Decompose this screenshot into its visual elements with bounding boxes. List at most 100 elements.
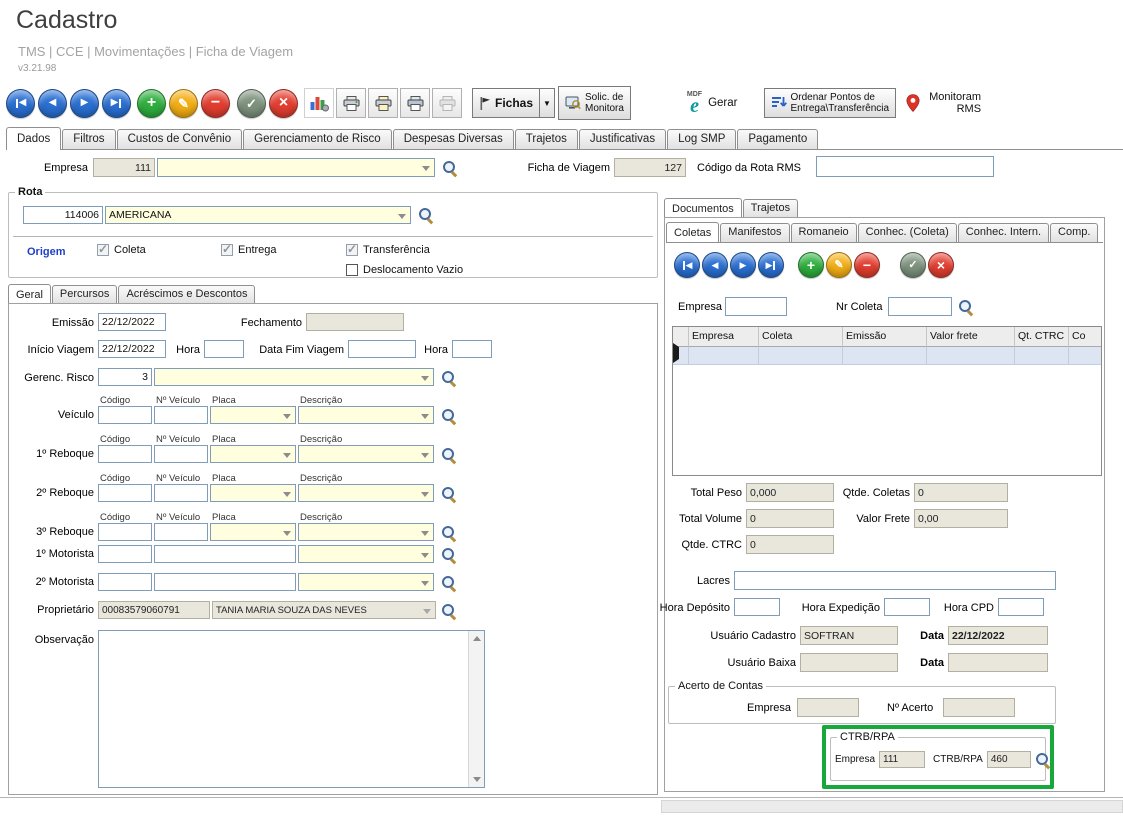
monitoramento-rms-button[interactable]: MonitoramRMS <box>906 91 981 115</box>
veiculo-codigo-field[interactable] <box>98 406 152 424</box>
coletas-next-button[interactable]: ▶ <box>730 252 756 278</box>
entrega-checkbox[interactable] <box>221 244 233 256</box>
tab-custos-convenio[interactable]: Custos de Convênio <box>117 129 243 149</box>
fichas-button[interactable]: Fichas <box>472 88 540 118</box>
empresa-search-icon[interactable] <box>442 160 458 176</box>
hora-inicio-field[interactable] <box>204 340 244 358</box>
coletas-confirm-button[interactable]: ✓ <box>900 252 926 278</box>
nr-coleta-field[interactable] <box>888 297 952 316</box>
motorista1-combo[interactable] <box>298 545 434 563</box>
coletas-empresa-field[interactable] <box>725 297 787 316</box>
print-document-button[interactable] <box>368 88 398 118</box>
reboque2-codigo-field[interactable] <box>98 484 152 502</box>
delete-button[interactable]: − <box>201 89 230 118</box>
reboque3-numero-field[interactable] <box>154 523 208 541</box>
reboque3-descricao-combo[interactable] <box>298 523 434 541</box>
coletas-previous-button[interactable]: ◀ <box>702 252 728 278</box>
hora-expedicao-field[interactable] <box>884 598 930 616</box>
ficha-viagem-field[interactable]: 127 <box>614 158 686 177</box>
tab-gerenciamento-risco[interactable]: Gerenciamento de Risco <box>243 129 392 149</box>
data-fim-field[interactable] <box>348 340 416 358</box>
tab-filtros[interactable]: Filtros <box>62 129 115 149</box>
scroll-down-button[interactable] <box>469 772 484 787</box>
rota-codigo-field[interactable]: 114006 <box>23 206 103 224</box>
reboque3-codigo-field[interactable] <box>98 523 152 541</box>
tab-pagamento[interactable]: Pagamento <box>737 129 818 149</box>
empresa-field[interactable]: 111 <box>93 158 155 177</box>
deslocamento-vazio-option[interactable]: Deslocamento Vazio <box>346 264 463 276</box>
next-record-button[interactable]: ▶ <box>70 89 99 118</box>
lacres-field[interactable] <box>734 571 1056 590</box>
codigo-rota-rms-field[interactable] <box>816 156 994 177</box>
gerar-mdfe-button[interactable]: MDF e Gerar <box>687 91 738 116</box>
reboque3-search-icon[interactable] <box>441 525 457 541</box>
horizontal-scrollbar[interactable] <box>661 800 1123 813</box>
motorista1-codigo-field[interactable] <box>98 545 152 563</box>
reboque1-search-icon[interactable] <box>441 447 457 463</box>
coletas-cancel-button[interactable]: × <box>928 252 954 278</box>
add-button[interactable]: + <box>137 89 166 118</box>
veiculo-placa-combo[interactable] <box>210 406 296 424</box>
coletas-add-button[interactable]: + <box>798 252 824 278</box>
first-record-button[interactable]: ◀ <box>6 89 35 118</box>
previous-record-button[interactable]: ◀ <box>38 89 67 118</box>
chart-button[interactable] <box>304 88 334 118</box>
transferencia-option[interactable]: Transferência <box>346 244 430 256</box>
proprietario-nome-combo[interactable]: TANIA MARIA SOUZA DAS NEVES <box>212 601 436 619</box>
inicio-viagem-field[interactable]: 22/12/2022 <box>98 340 166 358</box>
tab-acrescimos-descontos[interactable]: Acréscimos e Descontos <box>118 285 255 304</box>
motorista1-nome-field[interactable] <box>154 545 296 563</box>
reboque1-codigo-field[interactable] <box>98 445 152 463</box>
print-button[interactable] <box>336 88 366 118</box>
tab-coletas[interactable]: Coletas <box>666 222 719 243</box>
coletas-first-button[interactable]: ◀ <box>674 252 700 278</box>
hora-cpd-field[interactable] <box>998 598 1044 616</box>
tab-justificativas[interactable]: Justificativas <box>579 129 666 149</box>
coletas-delete-button[interactable]: − <box>854 252 880 278</box>
tab-dados[interactable]: Dados <box>6 127 61 150</box>
tab-trajetos-right[interactable]: Trajetos <box>743 199 798 218</box>
tab-despesas-diversas[interactable]: Despesas Diversas <box>393 129 514 149</box>
hora-deposito-field[interactable] <box>734 598 780 616</box>
tab-percursos[interactable]: Percursos <box>52 285 118 304</box>
tab-comp[interactable]: Comp. <box>1050 223 1098 242</box>
reboque2-placa-combo[interactable] <box>210 484 296 502</box>
tab-manifestos[interactable]: Manifestos <box>720 223 789 242</box>
fichas-dropdown-button[interactable]: ▼ <box>539 88 555 118</box>
last-record-button[interactable]: ▶ <box>102 89 131 118</box>
tab-conhec-intern[interactable]: Conhec. Intern. <box>958 223 1049 242</box>
reboque2-descricao-combo[interactable] <box>298 484 434 502</box>
scroll-up-button[interactable] <box>469 631 484 646</box>
tab-geral[interactable]: Geral <box>8 284 51 305</box>
proprietario-search-icon[interactable] <box>441 603 457 619</box>
reboque2-search-icon[interactable] <box>441 486 457 502</box>
veiculo-descricao-combo[interactable] <box>298 406 434 424</box>
tab-romaneio[interactable]: Romaneio <box>791 223 857 242</box>
hora-fim-field[interactable] <box>452 340 492 358</box>
reboque2-numero-field[interactable] <box>154 484 208 502</box>
print-report-button[interactable] <box>400 88 430 118</box>
coleta-option[interactable]: Coleta <box>97 244 146 256</box>
solicitacao-monitoramento-button[interactable]: Solic. deMonitora <box>558 86 631 120</box>
proprietario-codigo-field[interactable]: 00083579060791 <box>98 601 210 619</box>
vertical-scrollbar[interactable] <box>468 631 484 787</box>
ordenar-pontos-button[interactable]: Ordenar Pontos deEntrega\Transferência <box>764 88 897 118</box>
gerenc-risco-field[interactable]: 3 <box>98 368 152 386</box>
veiculo-search-icon[interactable] <box>441 408 457 424</box>
coleta-checkbox[interactable] <box>97 244 109 256</box>
motorista2-codigo-field[interactable] <box>98 573 152 591</box>
rota-search-icon[interactable] <box>418 207 434 223</box>
edit-button[interactable]: ✎ <box>169 89 198 118</box>
motorista2-combo[interactable] <box>298 573 434 591</box>
motorista1-search-icon[interactable] <box>441 547 457 563</box>
tab-conhec-coleta[interactable]: Conhec. (Coleta) <box>858 223 957 242</box>
coletas-grid[interactable]: Empresa Coleta Emissão Valor frete Qt. C… <box>672 326 1102 476</box>
tab-log-smp[interactable]: Log SMP <box>667 129 736 149</box>
tab-documentos[interactable]: Documentos <box>664 198 742 219</box>
reboque3-placa-combo[interactable] <box>210 523 296 541</box>
nr-coleta-search-icon[interactable] <box>958 299 974 315</box>
reboque1-numero-field[interactable] <box>154 445 208 463</box>
gerenc-risco-combo[interactable] <box>154 368 434 386</box>
transferencia-checkbox[interactable] <box>346 244 358 256</box>
empresa-combo[interactable] <box>157 158 435 177</box>
